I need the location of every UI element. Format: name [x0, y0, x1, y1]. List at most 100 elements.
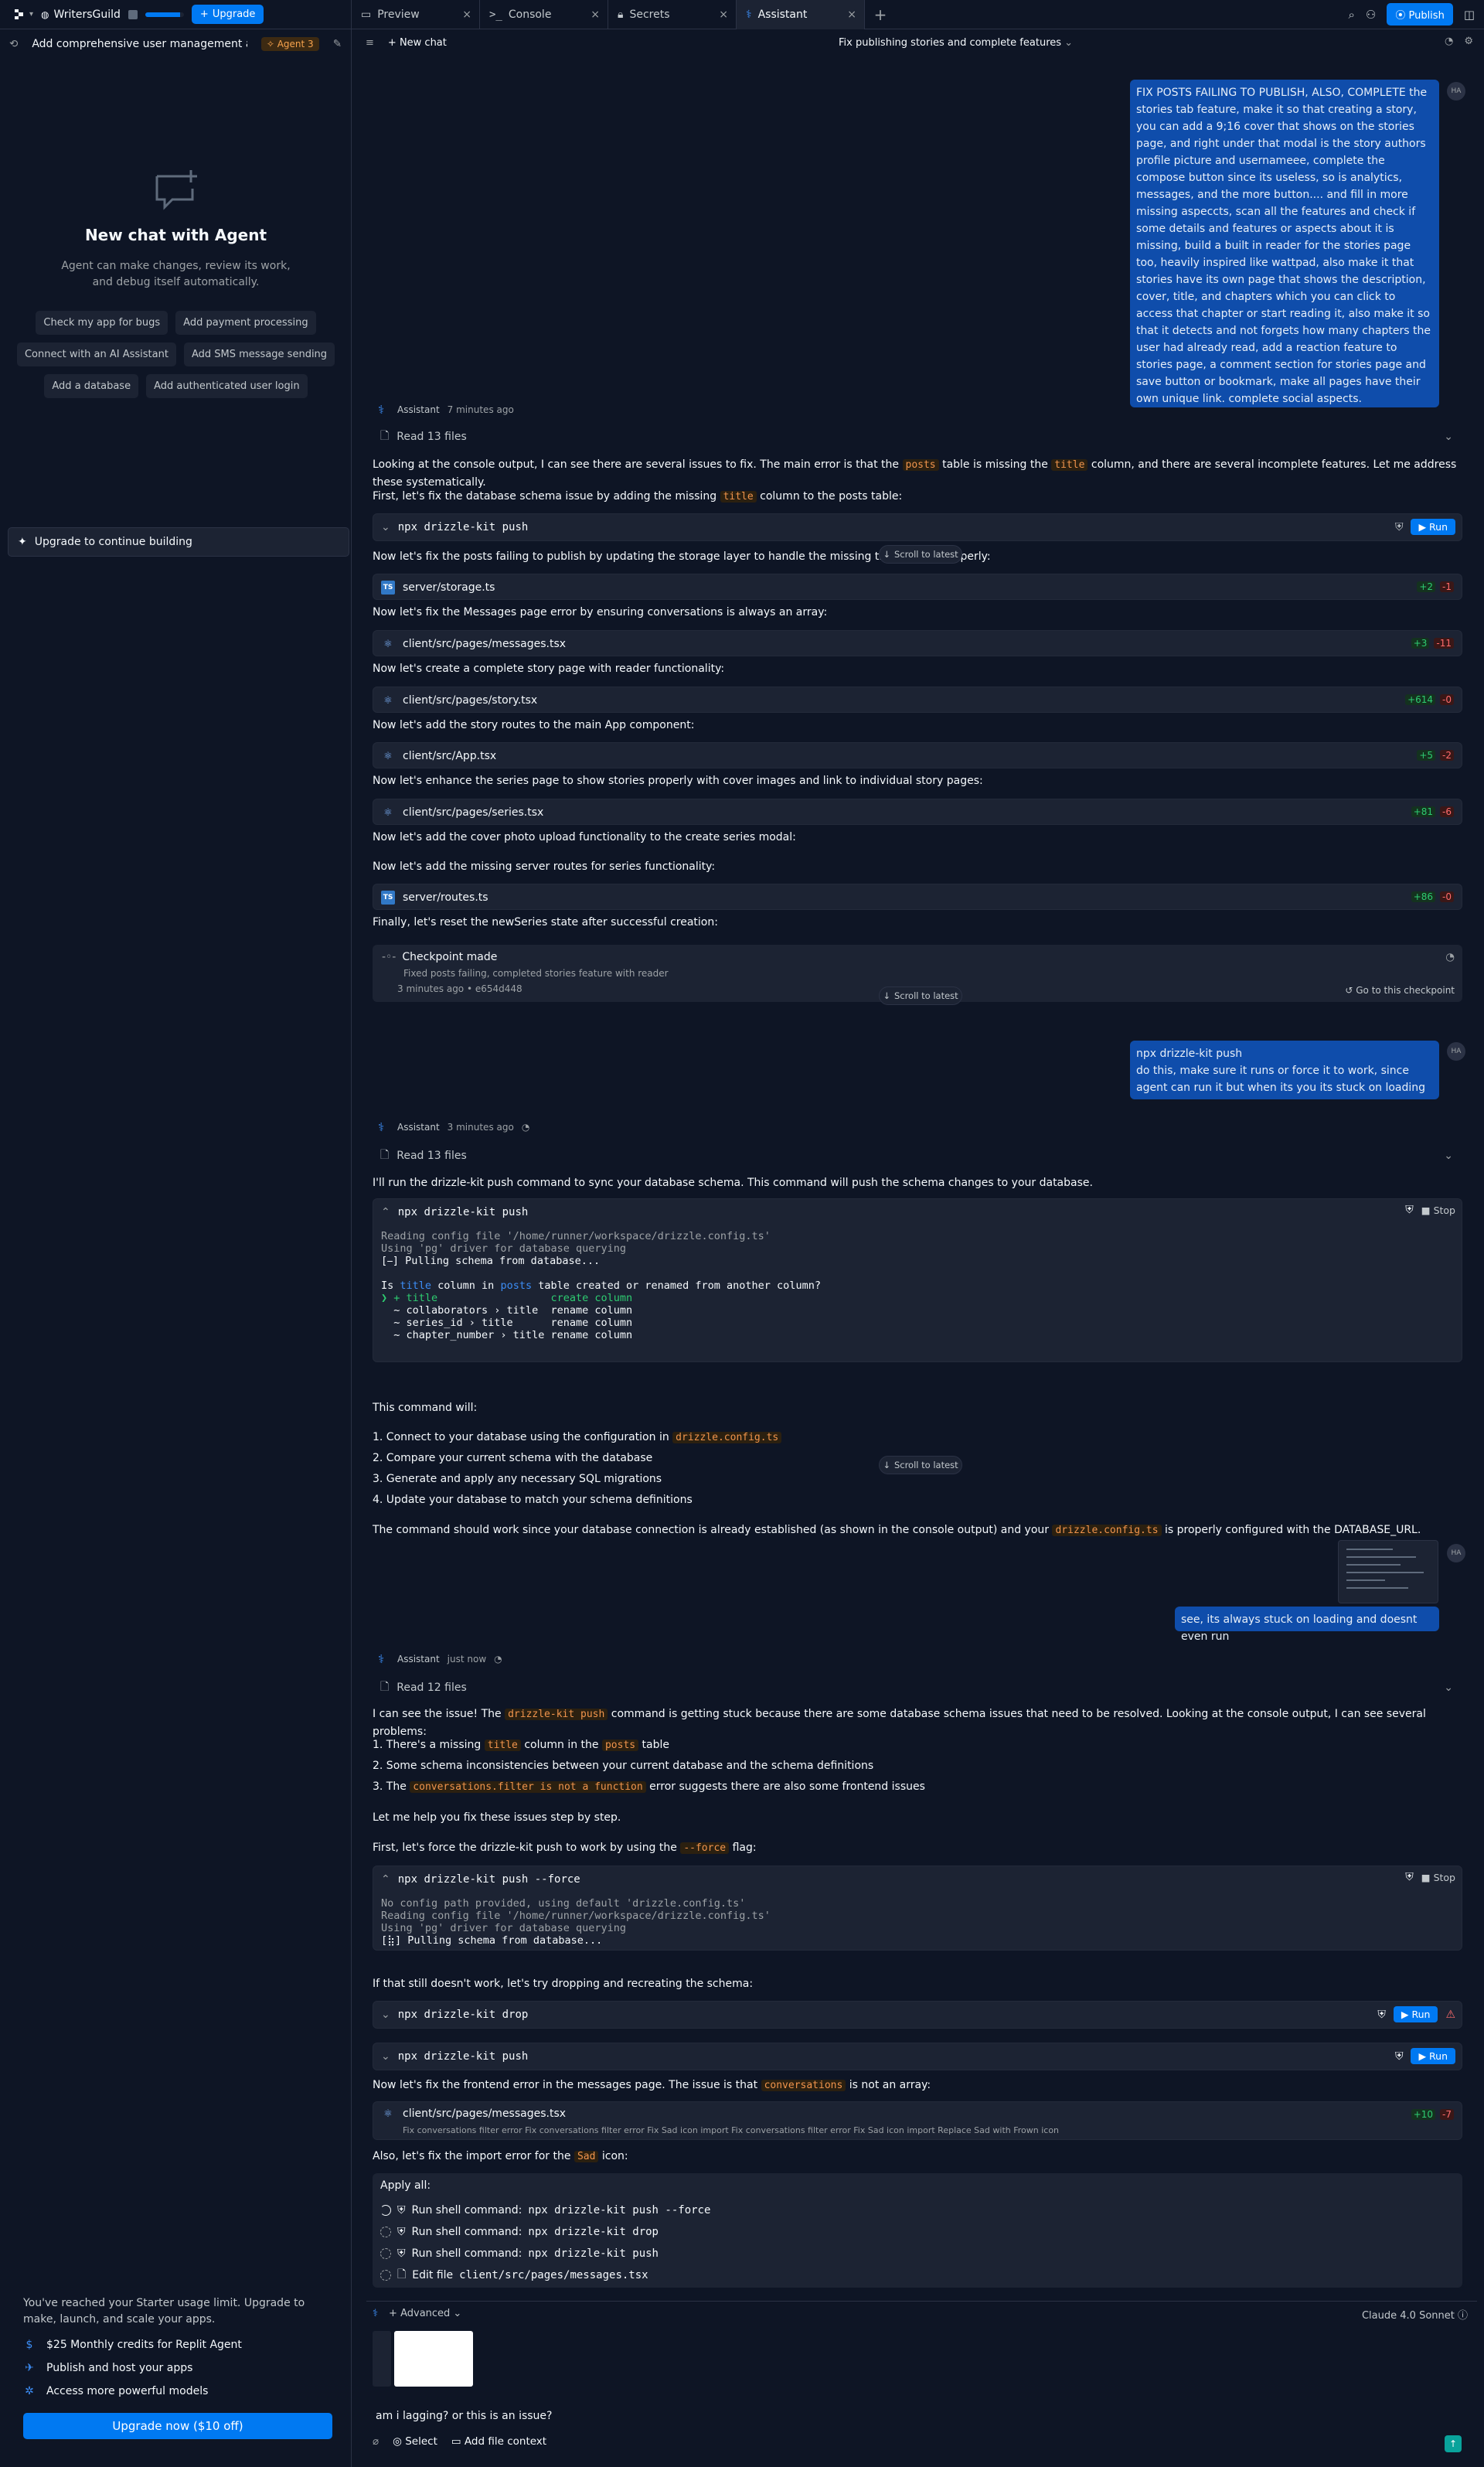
rocket-icon: ✈	[25, 2362, 34, 2374]
checkpoint-description: Fixed posts failing, completed stories f…	[403, 968, 669, 979]
new-chat-button[interactable]: + New chat	[388, 37, 447, 49]
shield-icon[interactable]: ⛨	[1377, 2009, 1386, 2021]
pending-action[interactable]: ⛨ Run shell command: npx drizzle-kit push	[380, 2243, 1455, 2264]
command-row[interactable]: ⌄ npx drizzle-kit push ⛨ ▶ Run	[373, 2043, 1462, 2070]
arrow-down-icon: ↓	[883, 1460, 890, 1470]
layout-toggle-icon[interactable]: ◫	[1464, 8, 1475, 22]
gear-icon[interactable]: ⚙	[1464, 36, 1473, 47]
attachment-thumbnail[interactable]	[373, 2331, 391, 2387]
suggestion-chip[interactable]: Add authenticated user login	[146, 374, 308, 398]
chat-title[interactable]: Add comprehensive user management a...	[32, 38, 247, 50]
gauge-icon[interactable]: ◔	[1445, 36, 1453, 47]
shield-icon[interactable]: ⛨	[1395, 521, 1404, 533]
diff-stats: +10 -7	[1411, 2109, 1454, 2120]
gauge-icon[interactable]: ◔	[522, 1122, 529, 1133]
stop-button[interactable]: ■ Stop	[1421, 1872, 1455, 1883]
new-chat-icon[interactable]: ✎	[333, 38, 342, 50]
tab-preview[interactable]: ▭ Preview ×	[352, 0, 480, 29]
upgrade-button[interactable]: + Upgrade	[191, 5, 264, 24]
gauge-icon[interactable]: ◔	[494, 1654, 502, 1665]
file-change-card[interactable]: ⚛ client/src/pages/story.tsx +614 -0	[373, 687, 1462, 713]
shield-icon: ⛨	[397, 2247, 406, 2260]
thread-title[interactable]: Fix publishing stories and complete feat…	[839, 37, 1073, 49]
pending-action[interactable]: ⛨ Run shell command: npx drizzle-kit drop	[380, 2221, 1455, 2243]
command-controls: ⛨ ▶ Run	[1395, 519, 1455, 535]
stop-square-icon[interactable]	[128, 9, 138, 19]
pending-action[interactable]: ⛨ Run shell command: npx drizzle-kit push…	[380, 2200, 1455, 2221]
thread-actions: ◔ ⚙	[1445, 36, 1473, 47]
file-change-card[interactable]: ⚛ client/src/pages/messages.tsx Fix conver…	[373, 2101, 1462, 2140]
shield-icon[interactable]: ⛨	[1405, 1871, 1414, 1883]
stop-button[interactable]: ■ Stop	[1421, 1205, 1455, 1216]
close-icon[interactable]: ×	[847, 9, 856, 21]
agent-version-badge[interactable]: ✧ Agent 3	[260, 37, 319, 51]
scroll-to-latest-button[interactable]: ↓ Scroll to latest	[879, 545, 962, 564]
gauge-icon[interactable]: ◔	[1445, 951, 1455, 963]
command-row[interactable]: ⌄ npx drizzle-kit drop ⛨ ▶ Run ⚠	[373, 2002, 1462, 2028]
composer-input[interactable]: am i lagging? or this is an issue?	[376, 2410, 552, 2422]
tab-console[interactable]: >_ Console ×	[480, 0, 608, 29]
new-chat-empty-state: New chat with Agent Agent can make chang…	[0, 169, 352, 398]
shield-icon[interactable]: ⛨	[1395, 2050, 1404, 2063]
suggestion-chip[interactable]: Connect with an AI Assistant	[16, 342, 176, 366]
workspace-header: ▾ ◍ WritersGuild + Upgrade	[0, 0, 352, 29]
go-to-checkpoint-button[interactable]: ↺ Go to this checkpoint	[1345, 985, 1455, 996]
message-composer: ⚕ + Advanced ⌄ Claude 4.0 Sonnet ⓘ am i l…	[366, 2301, 1477, 2467]
add-tab-button[interactable]: +	[865, 0, 896, 29]
read-files-row[interactable]: 🗋︎ Read 12 files ⌄	[373, 1676, 1462, 1699]
suggestion-chip[interactable]: Add SMS message sending	[183, 342, 335, 366]
tab-assistant[interactable]: ⚕ Assistant ×	[737, 0, 865, 29]
shield-icon[interactable]: ⛨	[1405, 1204, 1414, 1216]
tab-secrets[interactable]: 🔒︎ Secrets ×	[608, 0, 737, 29]
add-user-icon[interactable]: ⚇	[1366, 8, 1376, 22]
command-row[interactable]: ⌃ npx drizzle-kit push --force ⛨ ■ Stop	[373, 1866, 1462, 1893]
user-message: FIX POSTS FAILING TO PUBLISH, ALSO, COMP…	[1130, 80, 1439, 407]
close-icon[interactable]: ×	[719, 9, 728, 21]
pending-action[interactable]: 🗋︎ Edit file client/src/pages/messages.ts…	[380, 2264, 1455, 2286]
paperclip-icon[interactable]: ⌀	[373, 2435, 379, 2448]
scroll-to-latest-button[interactable]: ↓ Scroll to latest	[879, 986, 962, 1005]
scroll-to-latest-button[interactable]: ↓ Scroll to latest	[879, 1456, 962, 1474]
suggestion-chip[interactable]: Check my app for bugs	[36, 311, 168, 335]
history-icon[interactable]: ⟲	[9, 38, 18, 50]
close-icon[interactable]: ×	[462, 9, 471, 21]
chevron-down-icon[interactable]: ▾	[29, 10, 33, 19]
close-icon[interactable]: ×	[591, 9, 600, 21]
apply-all-label[interactable]: Apply all:	[380, 2179, 1455, 2192]
read-files-row[interactable]: 🗋︎ Read 13 files ⌄	[373, 1144, 1462, 1167]
read-files-row[interactable]: 🗋︎ Read 13 files ⌄	[373, 425, 1462, 448]
avatar: HA	[1447, 82, 1465, 101]
attachment-thumbnail[interactable]	[393, 2331, 473, 2387]
run-button[interactable]: ▶ Run	[1411, 2048, 1455, 2064]
suggestion-chip[interactable]: Add payment processing	[175, 311, 316, 335]
command-row[interactable]: ⌃ npx drizzle-kit push ⛨ ■ Stop	[373, 1199, 1462, 1225]
replit-logo-icon[interactable]	[11, 6, 28, 23]
react-file-icon: ⚛	[383, 750, 393, 762]
upgrade-to-continue-banner[interactable]: ✦ Upgrade to continue building	[8, 527, 349, 557]
publish-button[interactable]: ⦿ Publish	[1387, 3, 1453, 26]
file-change-card[interactable]: ⚛ client/src/App.tsx +5 -2	[373, 742, 1462, 768]
advanced-toggle[interactable]: + Advanced ⌄	[389, 2308, 461, 2319]
run-button[interactable]: ▶ Run	[1411, 519, 1455, 535]
thread-header: ≡ + New chat Fix publishing stories and …	[359, 29, 1484, 56]
add-file-context-button[interactable]: ▭ Add file context	[451, 2435, 546, 2448]
assistant-header: ⚕ Assistant 7 minutes ago	[373, 401, 514, 418]
command-row[interactable]: ⌄ npx drizzle-kit push ⛨ ▶ Run	[373, 514, 1462, 540]
file-change-card[interactable]: ⚛ client/src/pages/messages.tsx +3 -11	[373, 630, 1462, 656]
search-icon[interactable]: ⌕	[1348, 8, 1354, 22]
upgrade-now-button[interactable]: Upgrade now ($10 off)	[23, 2413, 332, 2439]
file-change-card[interactable]: ⚛ client/src/pages/series.tsx +81 -6	[373, 799, 1462, 825]
model-selector[interactable]: Claude 4.0 Sonnet ⓘ	[1362, 2307, 1468, 2322]
file-change-card[interactable]: TS server/routes.ts +86 -0	[373, 884, 1462, 910]
select-button[interactable]: ◎ Select	[393, 2435, 437, 2448]
user-message: npx drizzle-kit push do this, make sure i…	[1130, 1041, 1439, 1099]
dollar-icon: $	[26, 2339, 33, 2351]
menu-icon[interactable]: ≡	[366, 37, 374, 49]
send-button[interactable]: ↑	[1445, 2435, 1462, 2452]
usage-limit-text: You've reached your Starter usage limit.…	[23, 2297, 305, 2326]
run-button[interactable]: ▶ Run	[1393, 2006, 1438, 2022]
app-name[interactable]: ◍ WritersGuild	[41, 9, 121, 21]
attached-screenshot[interactable]	[1338, 1540, 1438, 1603]
suggestion-chip[interactable]: Add a database	[44, 374, 139, 398]
file-change-card[interactable]: TS server/storage.ts +2 -1	[373, 574, 1462, 600]
